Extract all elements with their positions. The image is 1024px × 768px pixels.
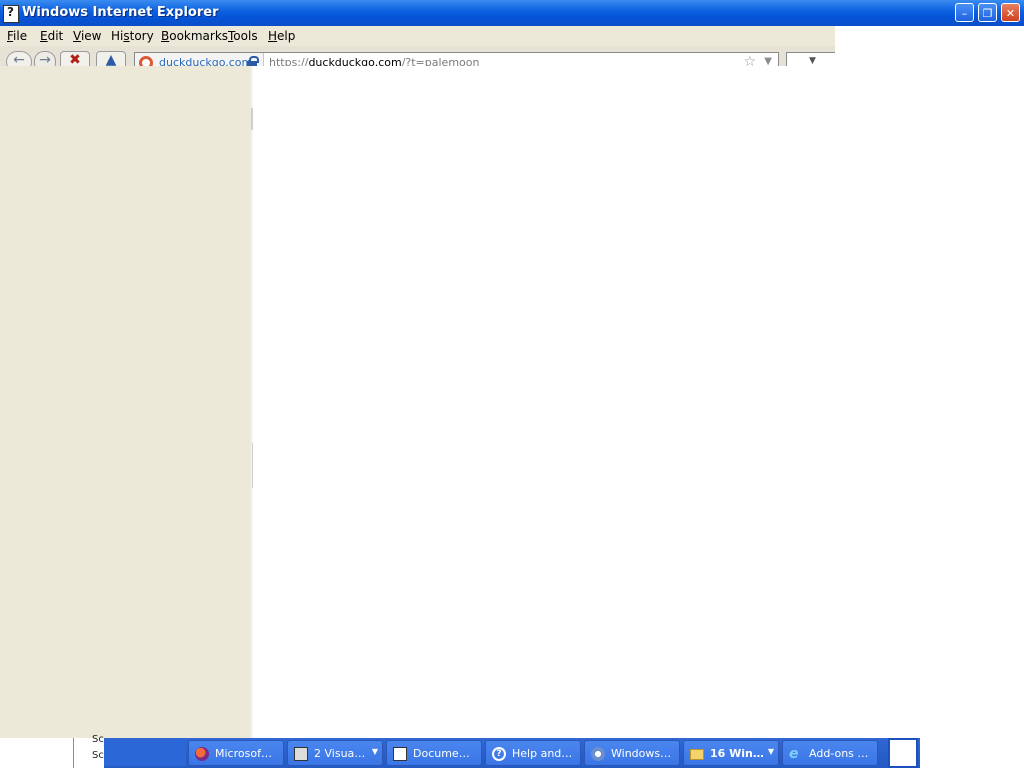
side-panel (0, 66, 251, 738)
menu-help-rest: elp (277, 29, 296, 43)
menu-file[interactable]: File (7, 29, 27, 43)
screen-edge-area (920, 738, 1024, 768)
start-area[interactable] (104, 740, 186, 766)
page-content[interactable] (253, 66, 1024, 738)
menu-history[interactable]: History (111, 29, 154, 43)
close-button[interactable]: ✕ (1001, 3, 1020, 22)
taskbar-button-label: Windows… (611, 747, 672, 760)
menu-file-rest: ile (13, 29, 28, 43)
menu-history-rest: tory (129, 29, 154, 43)
help-icon: ? (492, 747, 506, 761)
duckduckgo-favicon-icon (139, 56, 153, 66)
group-arrow-icon[interactable]: ▼ (372, 747, 378, 756)
taskbar-button-label: Microsof… (215, 747, 272, 760)
document-icon (393, 747, 407, 761)
forward-arrow-icon: → (39, 52, 51, 66)
home-button[interactable]: ▲ (96, 51, 126, 66)
menu-view-accel: V (73, 29, 81, 43)
menu-tools[interactable]: Tools (228, 29, 258, 43)
window-title: Windows Internet Explorer (22, 5, 219, 20)
menu-history-pre: Hi (111, 29, 124, 43)
restore-button[interactable]: ❐ (978, 3, 997, 22)
taskbar-button[interactable]: ? Help and… (485, 740, 581, 766)
navigation-toolbar: ← → ✖ ▲ duckduckgo.com https://duckduckg… (0, 46, 835, 66)
back-button[interactable]: ← (6, 51, 32, 66)
menu-edit-accel: E (40, 29, 48, 43)
ie-icon: e (789, 746, 799, 762)
taskbar-button-label: Add-ons … (809, 747, 869, 760)
ie-window-icon[interactable] (3, 5, 19, 23)
stop-button[interactable]: ✖ (60, 51, 90, 66)
stop-icon: ✖ (69, 52, 81, 66)
taskbar-button[interactable]: 16 Win… ▼ (683, 740, 779, 766)
menu-bookmarks-rest: ookmarks (169, 29, 229, 43)
app-icon (195, 747, 209, 761)
menu-bar: File Edit View History Bookmarks Tools H… (0, 26, 835, 46)
address-bar[interactable]: duckduckgo.com https://duckduckgo.com/?t… (134, 52, 779, 66)
tray-area (888, 738, 918, 768)
menu-view-rest: iew (80, 29, 102, 43)
menu-tools-rest: ools (233, 29, 258, 43)
url-host: duckduckgo.com (308, 56, 402, 66)
background-text: Sc (92, 750, 104, 761)
bookmark-star-icon[interactable]: ☆ (743, 54, 756, 66)
home-icon: ▲ (105, 52, 117, 66)
taskbar-button-label: 2 Visua… (314, 747, 366, 760)
taskbar-button[interactable]: e Add-ons … (782, 740, 878, 766)
url-rest: /?t=palemoon (401, 56, 480, 66)
taskbar-button[interactable]: Windows… (584, 740, 680, 766)
folder-icon (690, 749, 704, 760)
site-identity-label: duckduckgo.com (159, 56, 253, 66)
menu-bookmarks-accel: B (161, 29, 170, 43)
url-dropdown-icon[interactable]: ▼ (764, 56, 772, 66)
media-icon (591, 747, 605, 761)
background-text: Sc (92, 734, 104, 745)
forward-button[interactable]: → (34, 51, 56, 66)
site-identity-box[interactable]: duckduckgo.com (135, 53, 264, 66)
lock-icon (247, 56, 259, 66)
taskbar-button[interactable]: 2 Visua… ▼ (287, 740, 383, 766)
taskbar-button-label: 16 Win… (710, 747, 764, 760)
menu-bookmarks[interactable]: Bookmarks (161, 29, 228, 43)
background-window-fragment: Sc Sc (73, 734, 106, 768)
minimize-button[interactable]: – (955, 3, 974, 22)
url-prefix: https:// (269, 56, 309, 66)
menu-view[interactable]: View (73, 29, 101, 43)
group-arrow-icon[interactable]: ▼ (768, 747, 774, 756)
taskbar-button-label: Help and… (512, 747, 573, 760)
menu-help-accel: H (268, 29, 278, 43)
search-box[interactable]: ▼ (786, 52, 835, 66)
menu-edit-rest: dit (47, 29, 64, 43)
taskbar-button-label: Docume… (413, 747, 470, 760)
taskbar: Microsof… 2 Visua… ▼ Docume… ? Help and…… (104, 738, 920, 768)
menu-help[interactable]: Help (268, 29, 295, 43)
overlay-panel (835, 26, 1010, 66)
taskbar-button[interactable]: Docume… (386, 740, 482, 766)
menu-edit[interactable]: Edit (40, 29, 63, 43)
title-bar: Windows Internet Explorer – ❐ ✕ (0, 0, 1024, 26)
studio-icon (294, 747, 308, 761)
url-text[interactable]: https://duckduckgo.com/?t=palemoon (269, 56, 479, 66)
taskbar-button[interactable]: Microsof… (188, 740, 284, 766)
back-arrow-icon: ← (13, 52, 25, 66)
search-engine-dropdown-icon[interactable]: ▼ (809, 56, 816, 66)
